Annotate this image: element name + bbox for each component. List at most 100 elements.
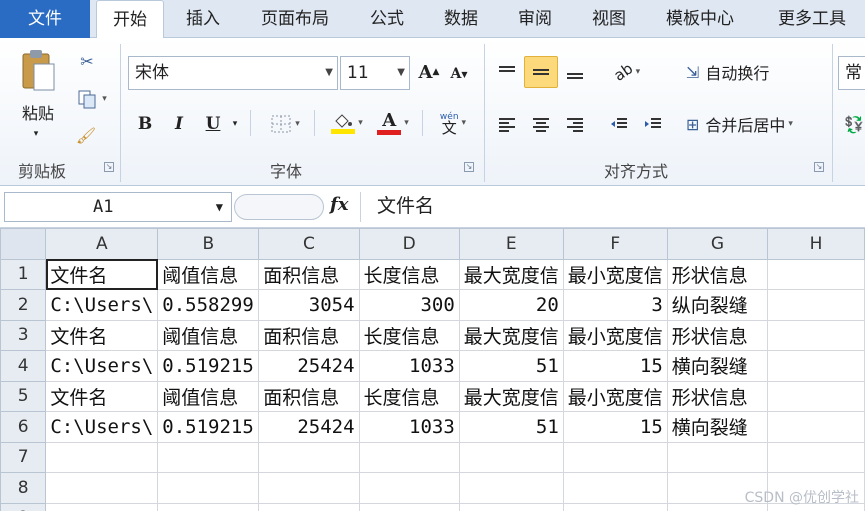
column-header[interactable]: E: [458, 228, 564, 260]
cell[interactable]: [45, 441, 159, 473]
tab-home[interactable]: 开始: [96, 0, 164, 39]
cell[interactable]: [562, 502, 668, 511]
row-header[interactable]: 4: [0, 350, 47, 382]
cell[interactable]: 1033: [358, 411, 460, 443]
row-header[interactable]: 2: [0, 289, 47, 321]
cell[interactable]: [157, 502, 260, 511]
cell[interactable]: 25424: [258, 411, 360, 443]
cell[interactable]: [767, 441, 865, 473]
cell[interactable]: 0.558299: [157, 289, 260, 321]
cell[interactable]: [562, 472, 668, 504]
cell[interactable]: 阈值信息: [157, 380, 260, 412]
phonetic-guide-button[interactable]: wén 文 ▾: [432, 108, 474, 138]
decrease-indent-icon[interactable]: [606, 110, 632, 138]
cell[interactable]: 最小宽度信: [562, 319, 668, 351]
select-all-corner[interactable]: [0, 228, 47, 260]
align-bottom-icon[interactable]: [562, 58, 588, 86]
align-right-icon[interactable]: [562, 110, 588, 138]
cell[interactable]: 3: [562, 289, 668, 321]
fill-color-button[interactable]: ▾: [324, 106, 370, 140]
cell[interactable]: [358, 472, 460, 504]
paste-icon[interactable]: [18, 48, 58, 92]
cell[interactable]: 51: [458, 350, 564, 382]
row-header[interactable]: 1: [0, 258, 47, 290]
insert-function-icon[interactable]: fx: [330, 194, 348, 215]
cell[interactable]: [258, 441, 360, 473]
cell[interactable]: [45, 472, 159, 504]
borders-button[interactable]: ▾: [262, 110, 308, 138]
cell[interactable]: 纵向裂缝: [666, 289, 769, 321]
cell[interactable]: [767, 380, 865, 412]
tab-insert[interactable]: 插入: [172, 0, 234, 38]
cell[interactable]: 形状信息: [666, 319, 769, 351]
italic-button[interactable]: I: [168, 110, 190, 138]
cell[interactable]: [767, 319, 865, 351]
paste-dropdown-icon[interactable]: ▾: [28, 128, 44, 140]
align-top-icon[interactable]: [494, 58, 520, 86]
cell[interactable]: [358, 502, 460, 511]
align-center-icon[interactable]: [528, 110, 554, 138]
cell[interactable]: 形状信息: [666, 258, 769, 290]
tab-page-layout[interactable]: 页面布局: [248, 0, 342, 38]
cell[interactable]: 文件名: [45, 380, 159, 412]
copy-icon[interactable]: ▾: [74, 88, 110, 110]
cell[interactable]: [258, 472, 360, 504]
cell[interactable]: 长度信息: [358, 319, 460, 351]
cell[interactable]: 横向裂缝: [666, 350, 769, 382]
cell[interactable]: 最大宽度信: [458, 319, 564, 351]
cell[interactable]: 300: [358, 289, 460, 321]
cell[interactable]: [258, 502, 360, 511]
cell[interactable]: [767, 350, 865, 382]
cell[interactable]: [458, 441, 564, 473]
clipboard-launcher-icon[interactable]: ↘: [104, 162, 114, 172]
column-header[interactable]: G: [666, 228, 769, 260]
tab-data[interactable]: 数据: [430, 0, 492, 38]
cell[interactable]: 最小宽度信: [562, 258, 668, 290]
column-header[interactable]: F: [562, 228, 668, 260]
column-header[interactable]: D: [358, 228, 460, 260]
cell[interactable]: 1033: [358, 350, 460, 382]
formula-cancel-enter-area[interactable]: [234, 194, 324, 220]
underline-dropdown-icon[interactable]: ▾: [228, 110, 242, 138]
bold-button[interactable]: B: [134, 110, 156, 138]
cell[interactable]: 0.519215: [157, 350, 260, 382]
format-painter-icon[interactable]: 🖌: [74, 124, 98, 146]
cell[interactable]: 阈值信息: [157, 258, 260, 290]
row-header[interactable]: 8: [0, 472, 47, 504]
column-header[interactable]: C: [258, 228, 360, 260]
cell[interactable]: 15: [562, 411, 668, 443]
formula-input[interactable]: 文件名: [360, 192, 865, 222]
cell[interactable]: 51: [458, 411, 564, 443]
cell[interactable]: [767, 258, 865, 290]
cell[interactable]: C:\Users\: [45, 411, 159, 443]
column-header[interactable]: B: [157, 228, 260, 260]
cell[interactable]: 最大宽度信: [458, 380, 564, 412]
cell[interactable]: 20: [458, 289, 564, 321]
cell[interactable]: [562, 441, 668, 473]
cell[interactable]: [767, 411, 865, 443]
cell[interactable]: 面积信息: [258, 319, 360, 351]
cell[interactable]: C:\Users\: [45, 289, 159, 321]
cell[interactable]: 15: [562, 350, 668, 382]
tab-formulas[interactable]: 公式: [356, 0, 418, 38]
row-header[interactable]: 3: [0, 319, 47, 351]
font-launcher-icon[interactable]: ↘: [464, 162, 474, 172]
font-name-select[interactable]: 宋体 ▼: [128, 56, 338, 90]
cell[interactable]: [358, 441, 460, 473]
row-header[interactable]: 7: [0, 441, 47, 473]
alignment-launcher-icon[interactable]: ↘: [814, 162, 824, 172]
cell[interactable]: 长度信息: [358, 258, 460, 290]
tab-template-center[interactable]: 模板中心: [652, 0, 748, 38]
cell[interactable]: [767, 289, 865, 321]
cell[interactable]: 面积信息: [258, 258, 360, 290]
cell[interactable]: C:\Users\: [45, 350, 159, 382]
cell[interactable]: [157, 472, 260, 504]
font-size-select[interactable]: 11 ▼: [340, 56, 410, 90]
orientation-button[interactable]: ab ▾: [606, 58, 648, 86]
tab-file[interactable]: 文件: [0, 0, 90, 38]
cell[interactable]: 0.519215: [157, 411, 260, 443]
number-format-select[interactable]: 常: [838, 56, 865, 90]
tab-more-tools[interactable]: 更多工具: [762, 0, 862, 38]
align-left-icon[interactable]: [494, 110, 520, 138]
align-middle-icon[interactable]: [524, 56, 558, 88]
